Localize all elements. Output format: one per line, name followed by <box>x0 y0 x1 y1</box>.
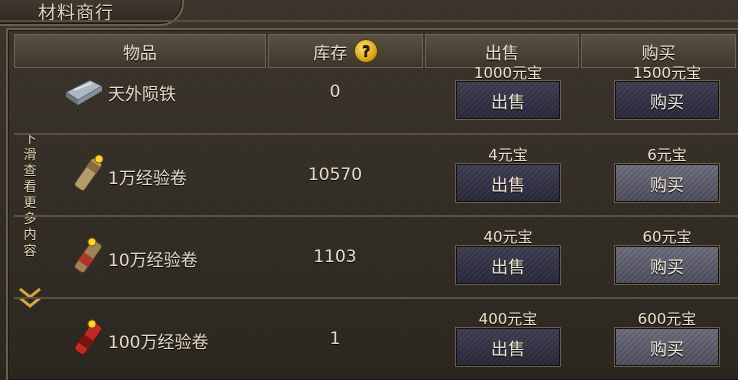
stock-value: 1103 <box>313 247 357 267</box>
buy-button[interactable]: 购买 <box>614 327 720 367</box>
buy-price: 600元宝 <box>637 310 697 328</box>
scroll-icon <box>74 237 103 274</box>
item-name: 1万经验卷 <box>108 169 187 189</box>
sell-button[interactable]: 出售 <box>455 245 561 285</box>
row-divider <box>14 133 738 135</box>
scroll-icon <box>74 154 104 192</box>
item-name: 100万经验卷 <box>108 333 209 353</box>
sell-price: 400元宝 <box>478 310 538 328</box>
item-name: 10万经验卷 <box>108 251 198 271</box>
sell-button[interactable]: 出售 <box>455 80 561 120</box>
question-icon[interactable]: ? <box>355 40 378 62</box>
item-name: 天外陨铁 <box>108 85 176 105</box>
buy-button[interactable]: 购买 <box>614 245 720 285</box>
row-divider <box>14 215 738 217</box>
stock-value: 1 <box>329 329 341 349</box>
header-sell-label: 出售 <box>484 43 519 64</box>
row-divider <box>14 297 738 299</box>
header-stock-label: 库存 <box>313 43 348 64</box>
sell-button[interactable]: 出售 <box>455 327 561 367</box>
buy-button[interactable]: 购买 <box>614 163 720 203</box>
header-item-label: 物品 <box>122 43 157 64</box>
shop-window: 材料商行 物品 库存 ? 出售 购买 下滑查看更多内容 天外陨铁 0 1000元… <box>0 0 738 380</box>
sell-price: 4元宝 <box>488 146 528 164</box>
buy-price: 60元宝 <box>642 228 692 246</box>
stock-value: 10570 <box>307 165 363 185</box>
sell-price: 1000元宝 <box>473 64 543 82</box>
scroll-icon <box>74 319 103 356</box>
stock-value: 0 <box>329 82 341 102</box>
double-chevron-down-icon <box>19 287 41 308</box>
scroll-hint[interactable]: 下滑查看更多内容 <box>14 132 46 308</box>
header-buy-label: 购买 <box>641 43 676 64</box>
iron-ingot-icon <box>65 79 104 105</box>
scroll-hint-text: 下滑查看更多内容 <box>23 132 37 259</box>
buy-button[interactable]: 购买 <box>614 80 720 120</box>
top-divider <box>0 20 738 22</box>
buy-price: 6元宝 <box>647 146 687 164</box>
sell-button[interactable]: 出售 <box>455 163 561 203</box>
sell-price: 40元宝 <box>483 228 533 246</box>
header-item: 物品 <box>14 34 266 68</box>
buy-price: 1500元宝 <box>632 64 702 82</box>
header-stock: 库存 ? <box>267 34 423 68</box>
